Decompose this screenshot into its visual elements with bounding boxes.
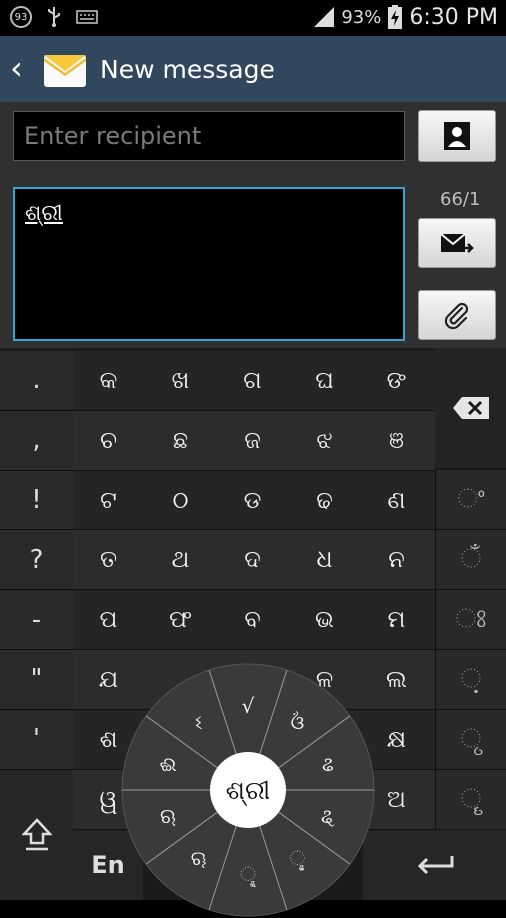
enter-icon <box>417 856 453 875</box>
page-title: New message <box>100 55 275 84</box>
keyboard-row: ତଥଦଧନ <box>73 530 435 591</box>
consonant-key[interactable]: ଣ <box>361 471 432 529</box>
consonant-key[interactable]: ଝ <box>289 411 360 469</box>
battery-charging-icon <box>388 5 403 29</box>
consonant-key[interactable]: ଧ <box>289 530 360 588</box>
consonant-key[interactable]: ଙ <box>361 351 432 409</box>
consonant-key[interactable]: ଞ <box>361 411 432 469</box>
consonant-key[interactable]: ଢ <box>289 471 360 529</box>
punctuation-key[interactable]: ? <box>0 530 73 591</box>
consonant-key[interactable]: ମ <box>361 590 432 648</box>
consonant-key[interactable]: ଚ <box>73 411 144 469</box>
shift-icon <box>21 818 52 851</box>
keyboard-icon <box>76 10 98 24</box>
diacritic-key[interactable]: ◌ୄ <box>435 770 506 830</box>
wheel-option[interactable]: ୠ <box>191 846 207 870</box>
battery-percent: 93% <box>341 6 382 28</box>
consonant-key[interactable]: ଡ <box>217 471 288 529</box>
consonant-key[interactable]: ଦ <box>217 530 288 588</box>
diacritic-key[interactable]: ◌ଂ <box>435 470 506 530</box>
keyboard-row: କଖଗଘଙ <box>73 351 435 411</box>
paperclip-icon <box>444 302 469 330</box>
attach-button[interactable] <box>418 290 496 340</box>
wheel-option[interactable]: ୢ <box>289 846 305 870</box>
send-button[interactable] <box>418 218 496 268</box>
consonant-key[interactable]: ଖ <box>145 351 216 409</box>
wheel-center-label: ଶ୍ରୀ <box>226 776 271 806</box>
wheel-option[interactable]: ଌ <box>322 752 334 776</box>
wheel-option[interactable]: ଋ <box>160 804 176 828</box>
wheel-option[interactable]: ୣ <box>240 862 256 887</box>
consonant-key[interactable]: ତ <box>73 530 144 588</box>
wheel-option[interactable]: ୡ <box>321 804 335 828</box>
character-wheel-popup[interactable]: √ ଓଁ ଌ ୡୢୣ ୠଋ ଈଽ ଶ୍ରୀ <box>120 662 376 918</box>
wheel-option[interactable]: ଓଁ <box>290 710 304 734</box>
enter-key[interactable] <box>363 830 506 900</box>
punctuation-key[interactable]: , <box>0 410 73 471</box>
shift-key[interactable] <box>0 770 73 900</box>
diacritic-key[interactable]: ◌ଁ <box>435 530 506 590</box>
punctuation-key[interactable]: - <box>0 590 73 650</box>
backspace-key[interactable] <box>435 348 506 468</box>
consonant-key[interactable]: ଟ <box>73 471 144 529</box>
consonant-key[interactable]: ଜ <box>217 411 288 469</box>
backspace-icon <box>452 397 489 419</box>
punctuation-key[interactable]: ! <box>0 470 73 531</box>
contacts-button[interactable] <box>418 110 496 162</box>
consonant-key[interactable]: ଫ <box>145 590 216 648</box>
wheel-option[interactable]: ଽ <box>195 710 202 734</box>
status-bar: 93 93% 6:30 PM <box>0 0 506 36</box>
notification-count-badge: 93 <box>10 6 32 28</box>
punctuation-key[interactable]: . <box>0 351 73 411</box>
consonant-key[interactable]: ନ <box>361 530 432 588</box>
keyboard-row: ଟଠଡଢଣ <box>73 470 435 531</box>
message-input[interactable]: ଶ୍ରୀ <box>13 187 405 341</box>
punctuation-key[interactable]: ' <box>0 709 73 770</box>
usb-icon <box>48 7 60 27</box>
diacritic-key[interactable]: ◌ୃ <box>435 710 506 770</box>
chevron-left-icon[interactable]: ‹ <box>10 52 23 84</box>
consonant-key[interactable]: ଗ <box>217 351 288 409</box>
punctuation-key[interactable]: " <box>0 650 73 710</box>
consonant-key[interactable]: ଭ <box>289 590 360 648</box>
signal-icon <box>314 7 335 27</box>
consonant-key[interactable]: ଘ <box>289 351 360 409</box>
keyboard-row: ଚଛଜଝଞ <box>73 410 435 471</box>
contact-icon <box>444 122 470 150</box>
diacritic-key[interactable]: ◌଼ <box>435 650 506 710</box>
wheel-option[interactable]: √ <box>242 694 255 718</box>
consonant-key[interactable]: କ <box>73 351 144 409</box>
message-text: ଶ୍ରୀ <box>25 201 63 226</box>
recipient-input[interactable]: Enter recipient <box>13 111 405 161</box>
consonant-key[interactable]: ବ <box>217 590 288 648</box>
wheel-option[interactable]: ଈ <box>159 752 176 776</box>
envelope-icon[interactable] <box>42 47 88 91</box>
send-message-icon <box>440 233 474 253</box>
clock-time: 6:30 PM <box>409 4 498 30</box>
consonant-key[interactable]: ପ <box>73 590 144 648</box>
consonant-key[interactable]: ଛ <box>145 411 216 469</box>
consonant-key[interactable]: ଥ <box>145 530 216 588</box>
character-counter: 66/1 <box>440 189 481 210</box>
keyboard-row: ପଫବଭମ <box>73 590 435 650</box>
consonant-key[interactable]: ଠ <box>145 471 216 529</box>
diacritic-key[interactable]: ◌ଃ <box>435 590 506 650</box>
